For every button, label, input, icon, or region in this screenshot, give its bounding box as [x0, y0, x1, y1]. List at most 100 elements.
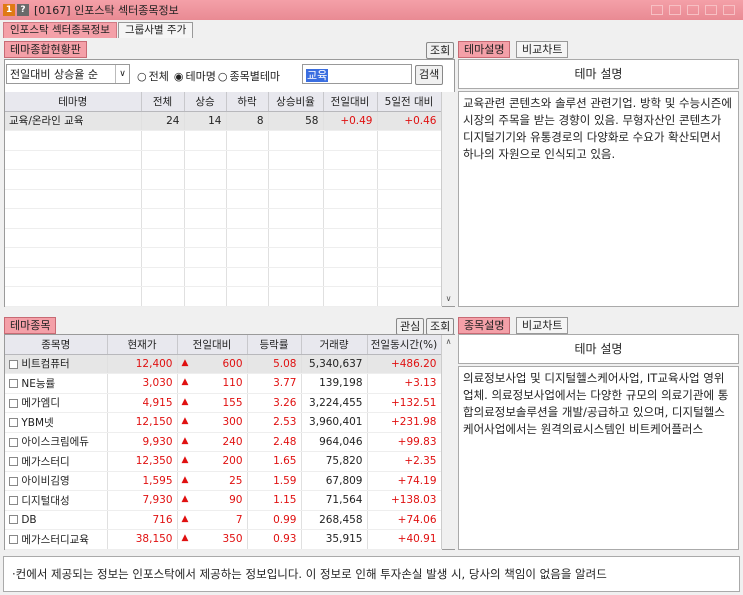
table-row[interactable]: 아이비김영 1,595 ▲ 25 1.59 67,809 +74.19 [5, 471, 442, 491]
row-checkbox[interactable] [9, 437, 18, 447]
col-rate[interactable]: 등락률 [247, 335, 302, 355]
help-icon[interactable]: ? [17, 4, 29, 16]
change-cell: ▲ 25 [177, 471, 248, 491]
radio-stock[interactable]: ○ [218, 70, 228, 83]
table-row[interactable]: DB 716 ▲ 7 0.99 268,458 +74.06 [5, 510, 442, 530]
col-price[interactable]: 현재가 [107, 335, 178, 355]
theme-table-scrollbar[interactable]: ∨ [441, 92, 455, 306]
scroll-down-icon[interactable]: ∨ [442, 292, 455, 306]
same-time-cell: +486.20 [367, 354, 442, 374]
row-checkbox[interactable] [9, 515, 18, 525]
down-cell: 8 [226, 111, 269, 131]
row-checkbox[interactable] [9, 496, 18, 506]
sort-select[interactable]: 전일대비 상승율 순 ∨ [6, 64, 130, 84]
price-cell: 3,030 [107, 373, 178, 394]
stocks-query-button[interactable]: 조회 [426, 318, 455, 335]
price-cell: 12,150 [107, 412, 178, 433]
radio-theme[interactable]: ◉ [174, 70, 184, 83]
row-checkbox[interactable] [9, 359, 18, 369]
col-change[interactable]: 전일대비 [177, 335, 248, 355]
col-theme-name[interactable]: 테마명 [5, 92, 142, 112]
tab-stock-desc[interactable]: 종목설명 [458, 317, 511, 334]
change-cell: ▲ 7 [177, 510, 248, 530]
screen-number-icon[interactable]: 1 [3, 4, 15, 16]
col-total[interactable]: 전체 [141, 92, 185, 112]
window-option-icon[interactable] [651, 5, 663, 15]
col-5day[interactable]: 5일전 대비 [377, 92, 442, 112]
rate-cell: 0.99 [247, 510, 302, 530]
col-volume[interactable]: 거래량 [301, 335, 368, 355]
minimize-icon[interactable] [705, 5, 717, 15]
table-row [5, 208, 442, 229]
theme-board-panel: 전일대비 상승율 순 ∨ ○ 전체 ◉ 테마명 ○ 종목별테마 교육 검색 테마명 전… [4, 59, 455, 307]
row-checkbox[interactable] [9, 535, 18, 545]
stocks-table-scrollbar[interactable]: ∧ [441, 335, 455, 549]
col-prev-day[interactable]: 전일대비 [323, 92, 378, 112]
table-row [5, 228, 442, 248]
table-row[interactable]: YBM넷 12,150 ▲ 300 2.53 3,960,401 +231.98 [5, 412, 442, 433]
tab-theme-compare-chart[interactable]: 비교차트 [516, 41, 569, 58]
row-checkbox[interactable] [9, 398, 18, 408]
window-title: [0167] 인포스탁 섹터종목정보 [34, 4, 179, 17]
search-input[interactable]: 교육 [302, 64, 412, 84]
rate-cell: 2.48 [247, 432, 302, 452]
up-arrow-icon: ▲ [181, 494, 189, 505]
price-cell: 1,595 [107, 471, 178, 491]
stock-name-cell: 아이비김영 [5, 471, 108, 491]
radio-all[interactable]: ○ [137, 70, 147, 83]
prev-day-cell: +0.49 [323, 111, 378, 131]
favorite-button[interactable]: 관심 [396, 318, 425, 335]
table-row[interactable]: 아이스크림에듀 9,930 ▲ 240 2.48 964,046 +99.83 [5, 432, 442, 452]
col-up-ratio[interactable]: 상승비율 [268, 92, 324, 112]
col-same-time[interactable]: 전일동시간(%) [367, 335, 442, 355]
tab-sector-info[interactable]: 인포스탁 섹터종목정보 [3, 22, 117, 38]
row-checkbox[interactable] [9, 457, 18, 467]
chevron-down-icon[interactable]: ∨ [115, 65, 129, 83]
tab-stock-compare-chart[interactable]: 비교차트 [516, 317, 569, 334]
up-arrow-icon: ▲ [181, 474, 189, 485]
window-option-icon[interactable] [687, 5, 699, 15]
close-icon[interactable] [723, 5, 735, 15]
table-row[interactable]: 비트컴퓨터 12,400 ▲ 600 5.08 5,340,637 +486.20 [5, 354, 442, 374]
change-cell: ▲ 600 [177, 354, 248, 374]
theme-query-button[interactable]: 조회 [426, 42, 455, 59]
rate-cell: 1.59 [247, 471, 302, 491]
table-row[interactable]: 메가스터디교육 38,150 ▲ 350 0.93 35,915 +40.91 [5, 529, 442, 550]
col-stock-name[interactable]: 종목명 [5, 335, 108, 355]
rate-cell: 5.08 [247, 354, 302, 374]
table-row[interactable]: 메가스터디 12,350 ▲ 200 1.65 75,820 +2.35 [5, 451, 442, 472]
tab-theme-desc[interactable]: 테마설명 [458, 41, 511, 58]
table-row [5, 130, 442, 151]
col-down[interactable]: 하락 [226, 92, 269, 112]
col-up[interactable]: 상승 [184, 92, 227, 112]
volume-cell: 67,809 [301, 471, 368, 491]
price-cell: 38,150 [107, 529, 178, 550]
5day-cell: +0.46 [377, 111, 442, 131]
up-arrow-icon: ▲ [181, 435, 189, 446]
table-row[interactable]: 메가엠디 4,915 ▲ 155 3.26 3,224,455 +132.51 [5, 393, 442, 413]
change-cell: ▲ 240 [177, 432, 248, 452]
total-cell: 24 [141, 111, 185, 131]
theme-desc-text: 교육관련 콘텐츠와 솔루션 관련기업. 방학 및 수능시즌에 시장의 주목을 받… [458, 91, 739, 307]
up-arrow-icon: ▲ [181, 533, 189, 544]
volume-cell: 268,458 [301, 510, 368, 530]
top-tabs: 인포스탁 섹터종목정보 그룹사별 주가 [3, 22, 194, 38]
row-checkbox[interactable] [9, 418, 18, 428]
row-checkbox[interactable] [9, 476, 18, 486]
price-cell: 716 [107, 510, 178, 530]
table-row[interactable]: 교육/온라인 교육 24 14 8 58 +0.49 +0.46 [5, 111, 442, 131]
tab-group-price[interactable]: 그룹사별 주가 [117, 22, 194, 38]
table-row[interactable]: 디지털대성 7,930 ▲ 90 1.15 71,564 +138.03 [5, 490, 442, 511]
tab-theme-board[interactable]: 테마종합현황판 [4, 41, 87, 58]
window-option-icon[interactable] [669, 5, 681, 15]
tab-theme-stocks[interactable]: 테마종목 [4, 317, 57, 334]
stock-name-cell: 비트컴퓨터 [5, 354, 108, 374]
price-cell: 12,350 [107, 451, 178, 472]
stock-name-cell: 메가스터디 [5, 451, 108, 472]
row-checkbox[interactable] [9, 379, 18, 389]
table-row[interactable]: NE능률 3,030 ▲ 110 3.77 139,198 +3.13 [5, 373, 442, 394]
radio-theme-label: 테마명 [185, 70, 216, 83]
same-time-cell: +231.98 [367, 412, 442, 433]
search-button[interactable]: 검색 [415, 65, 444, 85]
scroll-up-icon[interactable]: ∧ [442, 335, 455, 349]
